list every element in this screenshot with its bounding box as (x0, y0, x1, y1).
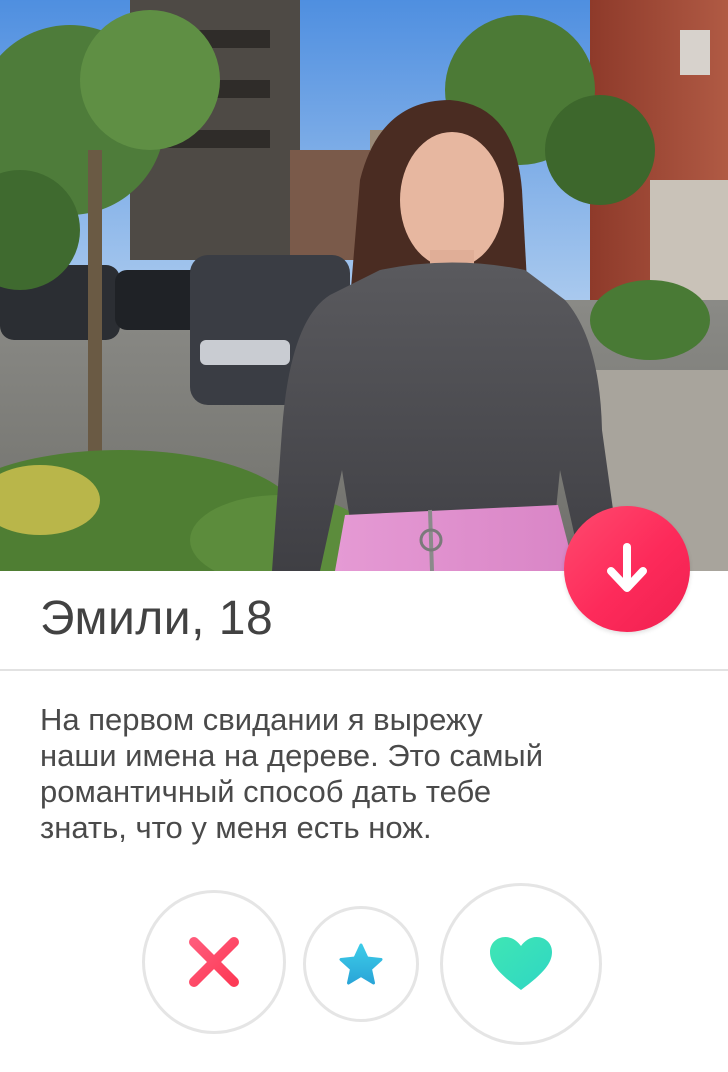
bio-line: романтичный способ дать тебе (40, 774, 492, 809)
bio-line: знать, что у меня есть нож. (40, 810, 432, 845)
profile-name-age: Эмили, 18 (40, 592, 274, 645)
bio-line: наши имена на дереве. Это самый (40, 738, 544, 773)
profile-bio: На первом свидании я вырежу наши имена н… (40, 702, 690, 846)
star-icon (339, 943, 383, 985)
profile-photo-image (0, 0, 728, 571)
bio-line: На первом свидании я вырежу (40, 702, 483, 737)
superlike-button[interactable] (303, 906, 419, 1022)
like-button[interactable] (440, 883, 602, 1045)
close-icon (189, 937, 239, 987)
profile-photo[interactable] (0, 0, 728, 571)
name-row: Эмили, 18 (0, 571, 728, 671)
divider (0, 669, 728, 671)
profile-card: Эмили, 18 На первом свидании я вырежу на… (0, 0, 728, 1072)
nope-button[interactable] (142, 890, 286, 1034)
heart-icon (490, 937, 552, 990)
